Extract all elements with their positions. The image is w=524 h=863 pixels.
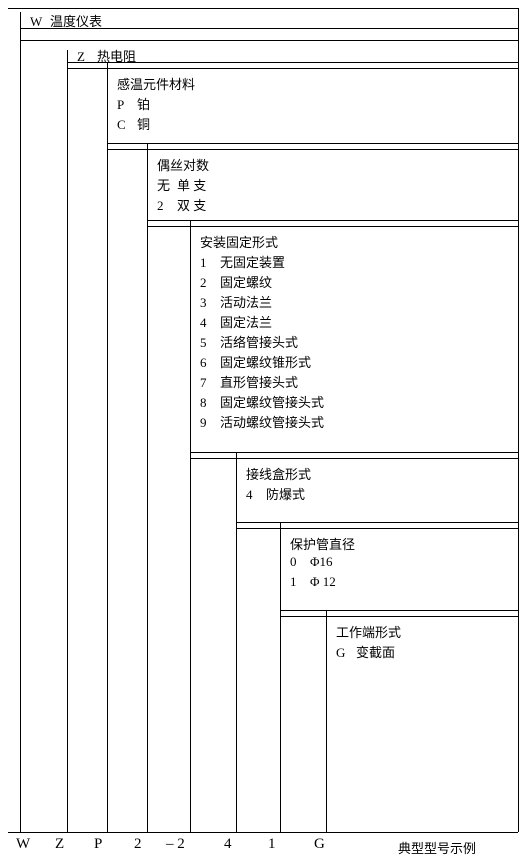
model-code-char: 4 [224, 836, 232, 853]
option-row: 2双 支 [157, 195, 206, 214]
option-row: 4固定法兰 [200, 312, 272, 331]
level-line [280, 522, 281, 832]
section-title: 感温元件材料 [117, 74, 195, 93]
level-line [326, 610, 327, 832]
level-line [190, 220, 191, 832]
model-code-char: 2 [134, 836, 142, 853]
option-row: 0Φ16 [290, 554, 333, 570]
example-label: 典型型号示例 [398, 838, 476, 857]
model-code-char: – 2 [166, 836, 185, 853]
option-row: C铜 [117, 114, 150, 133]
option-row: G变截面 [336, 642, 395, 661]
model-code-char: W [16, 836, 30, 853]
option-row: 6固定螺纹锥形式 [200, 352, 311, 371]
option-row: P铂 [117, 94, 150, 113]
section-title: 偶丝对数 [157, 155, 209, 174]
option-row: 7直形管接头式 [200, 372, 298, 391]
level-line [107, 62, 108, 832]
option-row: 9活动螺纹管接头式 [200, 412, 324, 431]
model-code-char: G [314, 836, 325, 853]
level-line [147, 143, 148, 832]
section-title: 工作端形式 [336, 622, 401, 641]
level-line [20, 12, 21, 832]
level-line [236, 452, 237, 832]
model-code-char: Z [55, 836, 64, 853]
option-row: 1无固定装置 [200, 252, 285, 271]
bottom-line [8, 832, 518, 833]
option-row: 4防爆式 [246, 484, 305, 503]
model-code-char: P [94, 836, 102, 853]
option-row: 2固定螺纹 [200, 272, 272, 291]
section-title: 保护管直径 [290, 534, 355, 553]
option-row: 无单 支 [157, 175, 206, 194]
option-row: 1Φ 12 [290, 574, 336, 590]
option-row: 5活络管接头式 [200, 332, 298, 351]
section-title: 接线盒形式 [246, 464, 311, 483]
level-line [67, 50, 68, 832]
option-row: 8固定螺纹管接头式 [200, 392, 324, 411]
option-row: 3活动法兰 [200, 292, 272, 311]
section-title: 安装固定形式 [200, 232, 278, 251]
model-code-char: 1 [268, 836, 276, 853]
